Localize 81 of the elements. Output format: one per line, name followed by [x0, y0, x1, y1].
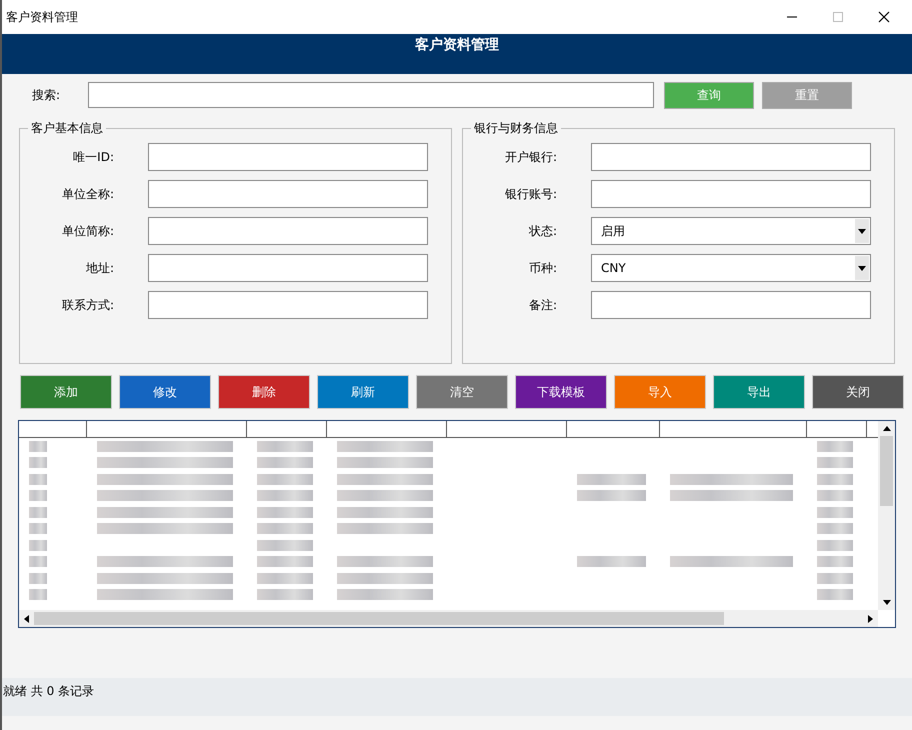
action-button[interactable]: 清空 [416, 375, 508, 409]
input-field[interactable] [148, 291, 428, 319]
redacted-block [817, 440, 853, 452]
action-button[interactable]: 关闭 [812, 375, 904, 409]
header-banner: 客户资料管理 [2, 34, 912, 74]
action-button[interactable]: 导入 [614, 375, 706, 409]
input-field[interactable] [148, 143, 428, 171]
redacted-block [817, 589, 853, 600]
caret-icon [858, 266, 866, 270]
field-label: 单位简称: [60, 222, 114, 240]
field-label: 备注: [528, 296, 557, 314]
redacted-block [29, 540, 47, 551]
input-field[interactable] [591, 143, 871, 171]
redacted-block [257, 490, 313, 502]
redacted-block [29, 474, 47, 485]
redacted-block [29, 556, 47, 568]
redacted-block [817, 474, 853, 485]
field-label: 开户银行: [504, 148, 557, 166]
field-label: 银行账号: [504, 186, 557, 202]
field-label: 状态: [528, 222, 557, 240]
field-label: 单位全称: [60, 186, 114, 202]
group-title: 银行与财务信息 [473, 120, 559, 137]
redacted-block [29, 506, 47, 518]
redacted-block [257, 572, 313, 584]
redacted-block [257, 474, 313, 485]
search-button[interactable]: 重置 [762, 82, 852, 108]
action-button[interactable]: 导出 [713, 375, 805, 409]
redacted-block [257, 506, 313, 518]
redacted-block [577, 490, 646, 502]
redacted-block [257, 589, 313, 600]
search-label: 搜索: [32, 86, 62, 104]
action-button[interactable]: 刷新 [317, 375, 409, 409]
redacted-block [257, 440, 313, 452]
redacted-block [817, 523, 853, 534]
field-label: 联系方式: [60, 296, 114, 314]
vertical-scrollbar[interactable] [878, 421, 895, 610]
field-label: 唯一ID: [72, 148, 114, 166]
redacted-block [817, 457, 853, 468]
caret-icon [858, 228, 866, 234]
up-arrow-icon[interactable] [882, 426, 890, 431]
search-field[interactable] [88, 82, 654, 108]
input-field[interactable] [148, 254, 428, 282]
window-title: 客户资料管理 [6, 8, 78, 26]
dropdown[interactable]: CNY [591, 254, 871, 282]
right-arrow-icon[interactable] [868, 614, 873, 622]
field-label: 地址: [84, 260, 114, 276]
dropdown[interactable]: 启用 [591, 217, 871, 245]
close-icon[interactable] [878, 11, 890, 23]
redacted-block [257, 556, 313, 568]
redacted-block [817, 540, 853, 551]
search-button[interactable]: 查询 [664, 82, 754, 108]
redacted-block [29, 523, 47, 534]
redacted-block [29, 457, 47, 468]
redacted-block [577, 474, 646, 485]
redacted-block [817, 506, 853, 518]
redacted-block [577, 556, 646, 568]
action-button[interactable]: 下载模板 [515, 375, 607, 409]
action-button[interactable]: 添加 [20, 375, 112, 409]
redacted-block [817, 490, 853, 502]
redacted-block [29, 572, 47, 584]
action-button[interactable]: 修改 [119, 375, 211, 409]
input-field[interactable] [148, 217, 428, 245]
horizontal-scrollbar[interactable] [19, 610, 878, 627]
action-button[interactable]: 删除 [218, 375, 310, 409]
redacted-block [29, 440, 47, 452]
field-label: 币种: [528, 260, 557, 276]
input-field[interactable] [148, 180, 428, 208]
redacted-block [257, 457, 313, 468]
redacted-block [817, 572, 853, 584]
redacted-block [817, 556, 853, 568]
down-arrow-icon[interactable] [882, 600, 890, 605]
group-title: 客户基本信息 [30, 120, 104, 137]
maximize-icon[interactable] [832, 11, 844, 23]
redacted-block [257, 540, 313, 551]
left-arrow-icon[interactable] [24, 614, 29, 622]
redacted-block [29, 589, 47, 600]
redacted-block [257, 523, 313, 534]
input-field[interactable] [591, 180, 871, 208]
status-text: 就绪 共 0 条记录 [3, 682, 94, 700]
input-field[interactable] [591, 291, 871, 319]
redacted-block [29, 490, 47, 502]
